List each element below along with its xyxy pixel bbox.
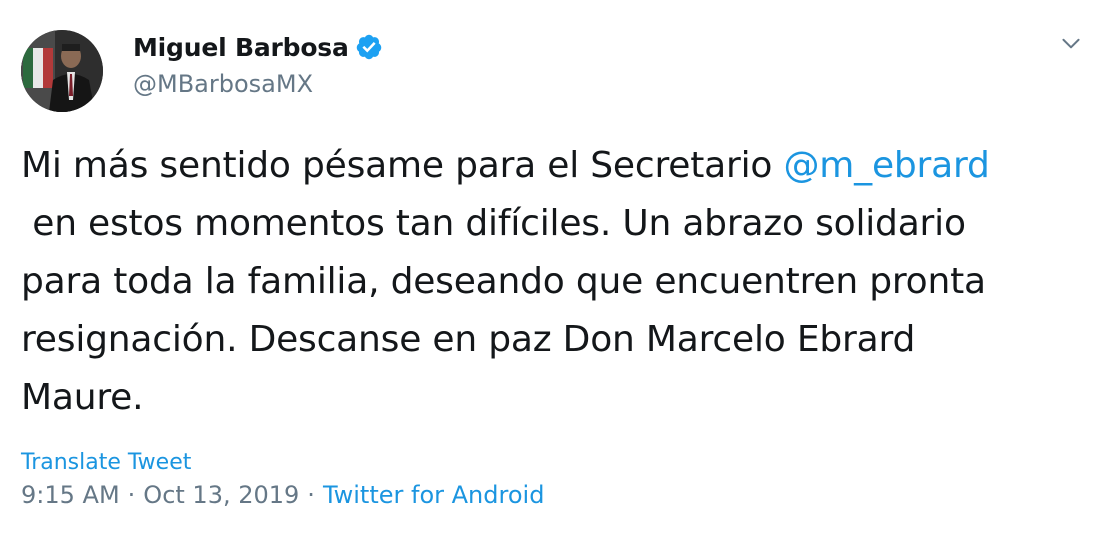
avatar[interactable] [21,30,103,112]
tweet-source-link[interactable]: Twitter for Android [323,481,544,509]
tweet-text-segment: Mi más sentido pésame para el Secretario [21,145,784,186]
tweet-line: para toda la familia, deseando que encue… [21,261,986,302]
tweet-line: Maure. [21,377,144,418]
display-name[interactable]: Miguel Barbosa [133,33,349,62]
tweet-time[interactable]: 9:15 AM [21,481,120,509]
tweet-line: resignación. Descanse en paz Don Marcelo… [21,319,916,360]
tweet-text: Mi más sentido pésame para el Secretario… [21,137,1081,427]
verified-badge-icon [355,33,383,61]
avatar-image [21,30,103,112]
mention-link[interactable]: @m_ebrard [783,145,989,186]
meta-separator: · [307,481,315,509]
meta-separator: · [127,481,136,509]
author-row: Miguel Barbosa [133,30,383,64]
tweet-line: Mi más sentido pésame para el Secretario… [21,137,1081,195]
chevron-down-icon[interactable] [1058,30,1084,56]
user-handle[interactable]: @MBarbosaMX [133,70,313,98]
translate-tweet-link[interactable]: Translate Tweet [21,450,191,475]
tweet-card: Miguel Barbosa @MBarbosaMX Mi más sentid… [0,0,1111,539]
tweet-metadata: 9:15 AM · Oct 13, 2019 · Twitter for And… [21,481,544,509]
tweet-date[interactable]: Oct 13, 2019 [143,481,299,509]
tweet-line: en estos momentos tan difíciles. Un abra… [21,203,966,244]
